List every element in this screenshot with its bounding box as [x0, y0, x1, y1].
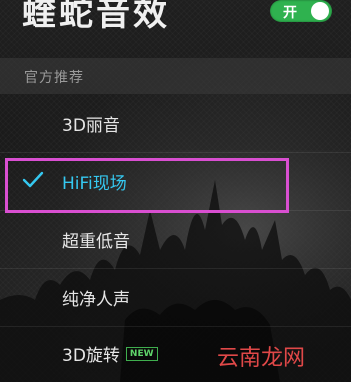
item-label: 3D旋转 [62, 346, 120, 366]
new-badge: NEW [125, 347, 158, 361]
list-item-super-bass[interactable]: 超重低音 [0, 211, 351, 269]
list-item-hifi-live[interactable]: HiFi现场 [0, 153, 351, 211]
toggle-knob [311, 2, 329, 20]
section-label: 官方推荐 [24, 70, 84, 86]
watermark: 云南龙网 [217, 346, 306, 371]
list-item-3d-clear[interactable]: 3D丽音 [0, 95, 351, 153]
item-label: 超重低音 [62, 232, 130, 252]
section-header: 官方推荐 [0, 58, 351, 94]
list-item-pure-vocal[interactable]: 纯净人声 [0, 269, 351, 327]
sound-effect-toggle[interactable]: 开 [270, 0, 332, 22]
page-title: 蝰蛇音效 [22, 0, 170, 34]
item-label-wrap: 3D旋转 NEW [62, 341, 158, 366]
check-icon [22, 171, 44, 188]
toggle-label: 开 [283, 5, 297, 21]
item-label: 纯净人声 [62, 290, 130, 310]
item-label: 3D丽音 [62, 116, 120, 136]
item-label: HiFi现场 [62, 174, 127, 194]
